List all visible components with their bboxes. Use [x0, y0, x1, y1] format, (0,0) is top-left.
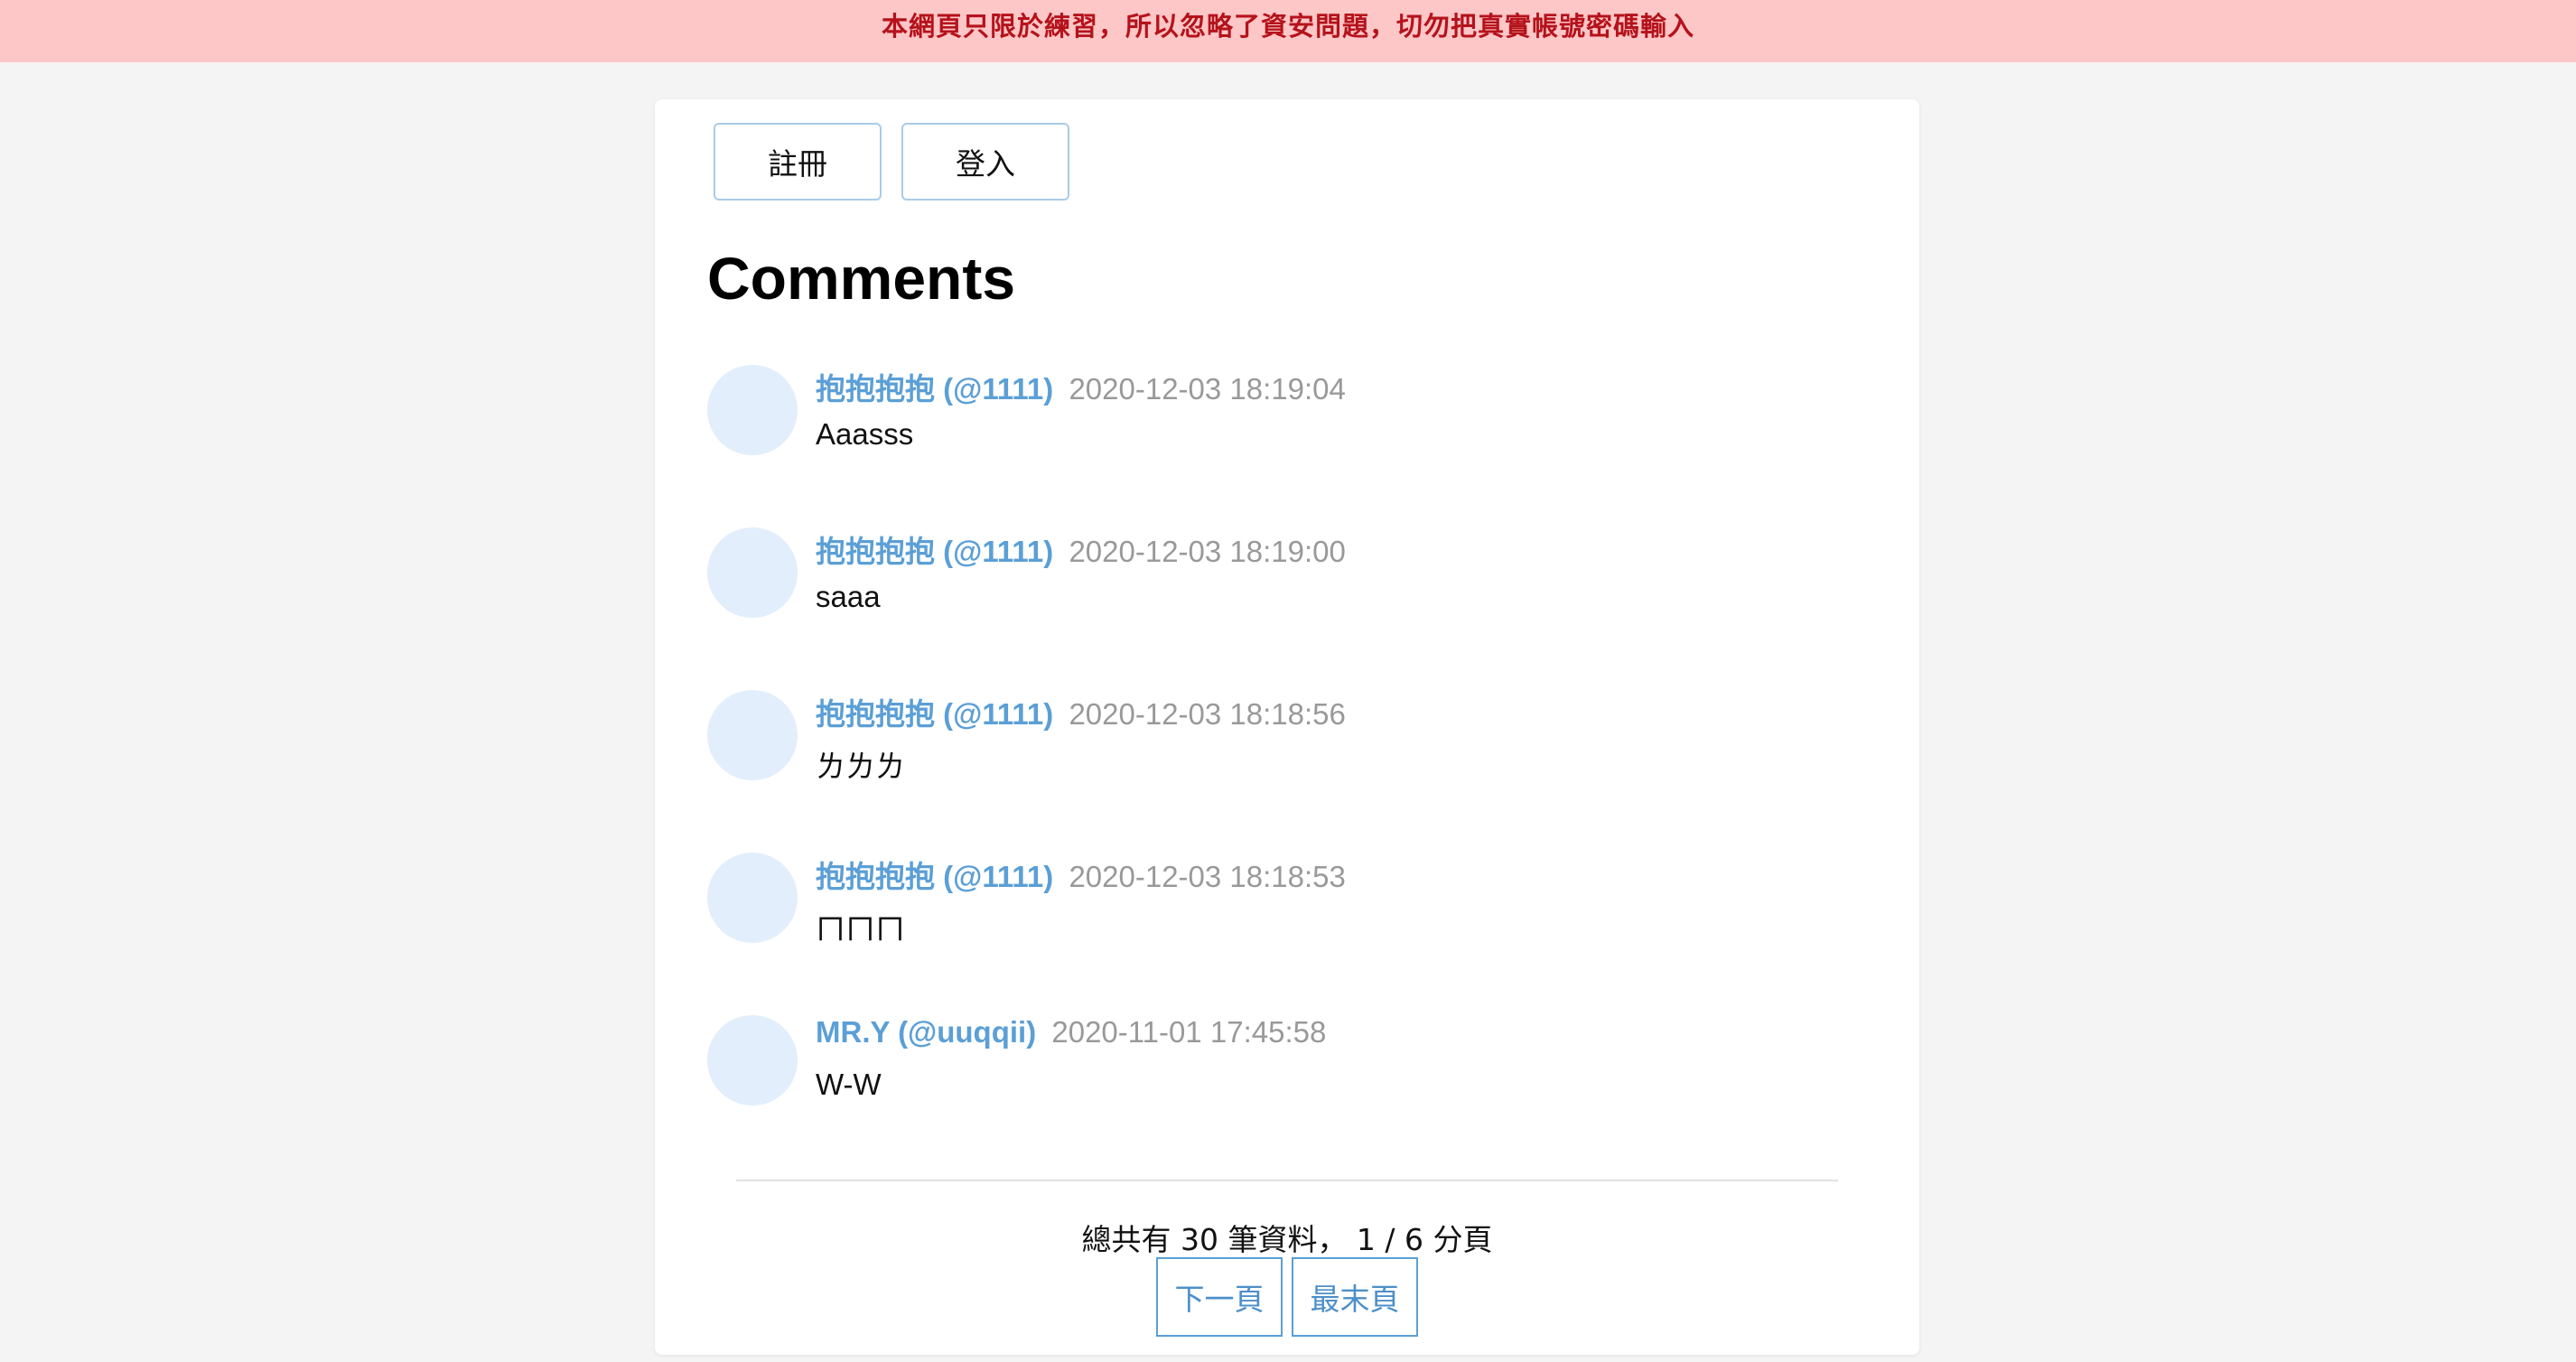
divider [736, 1180, 1838, 1181]
comment-time: 2020-12-03 18:18:53 [1069, 860, 1346, 893]
comment-meta: 抱抱抱抱 (@1111) 2020-12-03 18:18:53 [816, 853, 1346, 896]
comment-meta: 抱抱抱抱 (@1111) 2020-12-03 18:18:56 [816, 690, 1346, 733]
comment-list: 抱抱抱抱 (@1111) 2020-12-03 18:19:04 Aaasss … [707, 365, 1863, 1178]
comments-card: 註冊 登入 Comments 抱抱抱抱 (@1111) 2020-12-03 1… [655, 99, 1919, 1355]
comment-item: 抱抱抱抱 (@1111) 2020-12-03 18:19:00 saaa [707, 426, 1863, 618]
comment-item: 抱抱抱抱 (@1111) 2020-12-03 18:18:53 ㄇㄇㄇ [707, 751, 1863, 946]
comment-author: 抱抱抱抱 (@1111) [816, 372, 1054, 406]
comment-author: 抱抱抱抱 (@1111) [816, 860, 1054, 893]
register-button[interactable]: 註冊 [714, 123, 882, 201]
comment-time: 2020-12-03 18:19:04 [1069, 372, 1346, 406]
comment-body: W-W [816, 1068, 882, 1101]
comment-time: 2020-12-03 18:18:56 [1069, 697, 1346, 731]
comment-item: 抱抱抱抱 (@1111) 2020-12-03 18:18:56 ㄌㄌㄌ [707, 589, 1863, 783]
comment-meta: 抱抱抱抱 (@1111) 2020-12-03 18:19:00 [816, 527, 1346, 571]
comment-item: MR.Y (@uuqqii) 2020-11-01 17:45:58 W-W [707, 914, 1863, 1105]
auth-buttons: 註冊 登入 [714, 123, 1069, 201]
pager: 下一頁 最末頁 [1156, 1257, 1418, 1337]
comment-meta: MR.Y (@uuqqii) 2020-11-01 17:45:58 [816, 1015, 1326, 1049]
last-page-button[interactable]: 最末頁 [1292, 1257, 1418, 1337]
comment-item: 抱抱抱抱 (@1111) 2020-12-03 18:19:04 Aaasss [707, 264, 1863, 455]
comment-meta: 抱抱抱抱 (@1111) 2020-12-03 18:19:04 [816, 365, 1346, 408]
comment-author: 抱抱抱抱 (@1111) [816, 697, 1054, 731]
pagination-summary: 總共有 30 筆資料， 1 / 6 分頁 [1081, 1222, 1493, 1257]
next-page-button[interactable]: 下一頁 [1156, 1257, 1283, 1337]
warning-text: 本網頁只限於練習，所以忽略了資安問題，切勿把真實帳號密碼輸入 [881, 11, 1694, 42]
comment-author: 抱抱抱抱 (@1111) [816, 535, 1054, 568]
avatar [707, 1015, 798, 1105]
comment-time: 2020-11-01 17:45:58 [1051, 1015, 1327, 1049]
warning-banner: 本網頁只限於練習，所以忽略了資安問題，切勿把真實帳號密碼輸入 [0, 0, 2576, 62]
comment-time: 2020-12-03 18:19:00 [1069, 535, 1346, 568]
login-button[interactable]: 登入 [901, 123, 1069, 201]
comment-author: MR.Y (@uuqqii) [816, 1015, 1037, 1049]
